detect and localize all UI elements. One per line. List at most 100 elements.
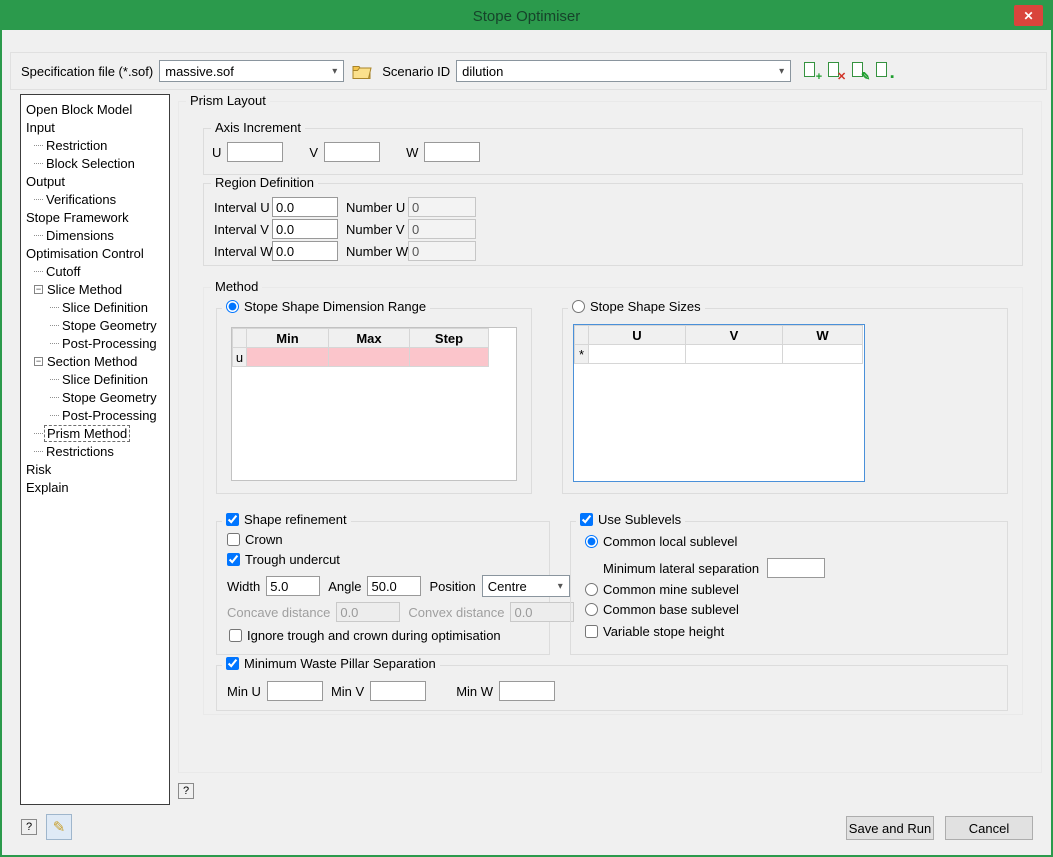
width-label: Width — [227, 579, 260, 594]
min-waste-pillar-checkbox[interactable] — [226, 657, 239, 670]
sidebar-item-slice-definition[interactable]: Slice Definition — [21, 298, 169, 316]
position-label: Position — [429, 579, 475, 594]
spec-file-select[interactable]: massive.sof ▾ — [159, 60, 344, 82]
common-mine-sublevel-label: Common mine sublevel — [603, 582, 739, 597]
crown-label: Crown — [245, 532, 283, 547]
grid-corner — [575, 326, 589, 345]
axis-v-input[interactable] — [324, 142, 380, 162]
variable-stope-height-checkbox[interactable] — [585, 625, 598, 638]
titlebar: Stope Optimiser ✕ — [2, 2, 1051, 30]
sidebar-item-stope-geometry-2[interactable]: Stope Geometry — [21, 388, 169, 406]
min-waste-pillar-label: Minimum Waste Pillar Separation — [244, 656, 436, 671]
sidebar-item-prism-method[interactable]: Prism Method — [21, 424, 169, 442]
axis-u-input[interactable] — [227, 142, 283, 162]
angle-input[interactable] — [367, 576, 421, 596]
sidebar-item-input[interactable]: Input — [21, 118, 169, 136]
grid-cell-w[interactable] — [783, 345, 863, 364]
dimension-range-caption: Stope Shape Dimension Range — [222, 299, 430, 314]
sidebar-item-output[interactable]: Output — [21, 172, 169, 190]
sidebar-item-post-processing[interactable]: Post-Processing — [21, 334, 169, 352]
region-definition-title: Region Definition — [211, 175, 318, 190]
shape-refinement-checkbox[interactable] — [226, 513, 239, 526]
common-base-sublevel-radio[interactable] — [585, 603, 598, 616]
grid-cell-step[interactable] — [410, 348, 489, 367]
method-group: Method Stope Shape Dimension Range Min M… — [203, 287, 1023, 715]
width-input[interactable] — [266, 576, 320, 596]
common-base-sublevel-label: Common base sublevel — [603, 602, 739, 617]
help-button[interactable]: ? — [178, 783, 194, 799]
stope-optimiser-dialog: Stope Optimiser ✕ Specification file (*.… — [0, 0, 1053, 857]
crown-checkbox[interactable] — [227, 533, 240, 546]
chevron-down-icon: ▾ — [552, 581, 569, 592]
common-mine-sublevel-radio[interactable] — [585, 583, 598, 596]
dimension-range-radio[interactable] — [226, 300, 239, 313]
position-select[interactable]: Centre ▾ — [482, 575, 570, 597]
close-button[interactable]: ✕ — [1014, 5, 1043, 26]
sidebar-item-stope-framework[interactable]: Stope Framework — [21, 208, 169, 226]
new-scenario-icon[interactable]: + — [801, 61, 821, 81]
delete-scenario-icon[interactable]: ✕ — [825, 61, 845, 81]
sidebar-item-open-block-model[interactable]: Open Block Model — [21, 100, 169, 118]
shape-refinement-caption: Shape refinement — [222, 512, 351, 527]
sidebar-item-slice-method[interactable]: −Slice Method — [21, 280, 169, 298]
help-button-2[interactable]: ? — [21, 819, 37, 835]
sidebar-item-verifications[interactable]: Verifications — [21, 190, 169, 208]
min-u-input[interactable] — [267, 681, 323, 701]
min-waste-pillar-caption: Minimum Waste Pillar Separation — [222, 656, 440, 671]
edit-settings-icon[interactable]: ✎ — [46, 814, 72, 840]
axis-w-input[interactable] — [424, 142, 480, 162]
sidebar-item-dimensions[interactable]: Dimensions — [21, 226, 169, 244]
sidebar-item-optimisation-control[interactable]: Optimisation Control — [21, 244, 169, 262]
dimension-range-table[interactable]: Min Max Step u — [231, 327, 517, 481]
use-sublevels-checkbox[interactable] — [580, 513, 593, 526]
sidebar-item-cutoff[interactable]: Cutoff — [21, 262, 169, 280]
column-header-max: Max — [329, 329, 410, 348]
grid-cell-v[interactable] — [686, 345, 783, 364]
save-and-run-button[interactable]: Save and Run — [846, 816, 934, 840]
ignore-trough-crown-label: Ignore trough and crown during optimisat… — [247, 628, 501, 643]
shape-sizes-group: Stope Shape Sizes U V W * — [562, 308, 1008, 494]
min-w-input[interactable] — [499, 681, 555, 701]
sidebar-item-slice-definition-2[interactable]: Slice Definition — [21, 370, 169, 388]
grid-cell-min[interactable] — [247, 348, 329, 367]
common-local-sublevel-radio[interactable] — [585, 535, 598, 548]
grid-cell-u[interactable] — [589, 345, 686, 364]
trough-undercut-checkbox[interactable] — [227, 553, 240, 566]
min-v-input[interactable] — [370, 681, 426, 701]
scenario-select[interactable]: dilution ▾ — [456, 60, 791, 82]
ignore-trough-crown-checkbox[interactable] — [229, 629, 242, 642]
sidebar-item-section-method[interactable]: −Section Method — [21, 352, 169, 370]
save-scenario-icon[interactable]: ▪ — [873, 61, 893, 81]
edit-scenario-icon[interactable]: ✎ — [849, 61, 869, 81]
open-folder-icon[interactable] — [352, 64, 372, 79]
interval-v-label: Interval V — [214, 222, 272, 237]
interval-w-input[interactable] — [272, 241, 338, 261]
row-header-u: u — [233, 348, 247, 367]
shape-refinement-group: Shape refinement Crown Trough undercut W… — [216, 521, 550, 655]
interval-u-label: Interval U — [214, 200, 272, 215]
prism-layout-title: Prism Layout — [186, 93, 270, 108]
scenario-id-label: Scenario ID — [382, 64, 450, 79]
position-value: Centre — [488, 579, 552, 594]
interval-v-input[interactable] — [272, 219, 338, 239]
min-lateral-separation-input[interactable] — [767, 558, 825, 578]
chevron-down-icon: ▾ — [326, 66, 343, 77]
collapse-icon[interactable]: − — [34, 285, 43, 294]
grid-cell-max[interactable] — [329, 348, 410, 367]
shape-refinement-label: Shape refinement — [244, 512, 347, 527]
shape-sizes-radio[interactable] — [572, 300, 585, 313]
interval-u-input[interactable] — [272, 197, 338, 217]
dimension-range-label: Stope Shape Dimension Range — [244, 299, 426, 314]
shape-sizes-table[interactable]: U V W * — [573, 324, 865, 482]
file-scenario-bar: Specification file (*.sof) massive.sof ▾… — [10, 52, 1047, 90]
sidebar-item-post-processing-2[interactable]: Post-Processing — [21, 406, 169, 424]
sidebar-item-block-selection[interactable]: Block Selection — [21, 154, 169, 172]
sidebar-item-restriction[interactable]: Restriction — [21, 136, 169, 154]
cancel-button[interactable]: Cancel — [945, 816, 1033, 840]
sidebar-item-restrictions[interactable]: Restrictions — [21, 442, 169, 460]
sidebar-item-explain[interactable]: Explain — [21, 478, 169, 496]
sidebar-item-risk[interactable]: Risk — [21, 460, 169, 478]
collapse-icon[interactable]: − — [34, 357, 43, 366]
sidebar-item-stope-geometry[interactable]: Stope Geometry — [21, 316, 169, 334]
number-w-field — [408, 241, 476, 261]
